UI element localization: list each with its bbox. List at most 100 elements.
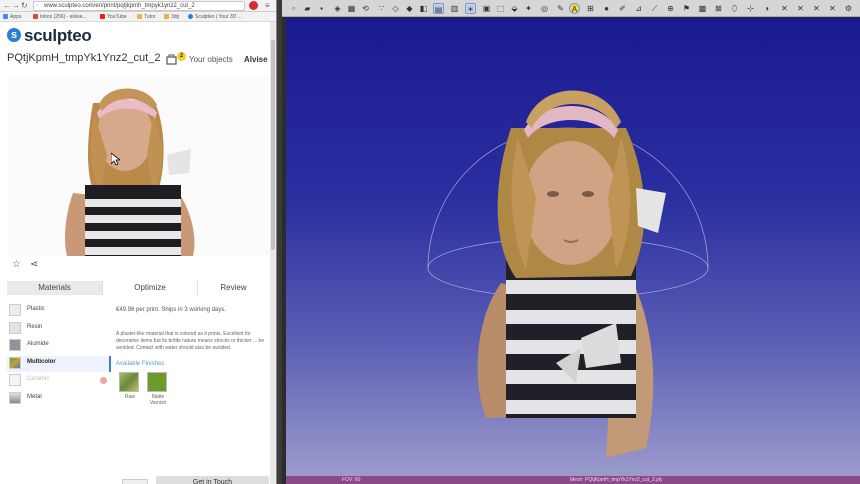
- material-label: Multicolor: [27, 359, 56, 365]
- sculpt-icon[interactable]: ⬯: [729, 3, 740, 14]
- light-icon[interactable]: ☀: [465, 3, 476, 14]
- material-swatch: [9, 304, 21, 316]
- material-item-resin[interactable]: Resin: [7, 321, 111, 337]
- star-icon[interactable]: ☆: [12, 259, 21, 271]
- quantity-field[interactable]: [122, 479, 148, 484]
- texture-icon[interactable]: ▥: [449, 3, 460, 14]
- brush-icon[interactable]: ⊿: [633, 3, 644, 14]
- user-menu[interactable]: Alvise: [244, 55, 268, 64]
- model-preview-image[interactable]: [7, 75, 269, 256]
- bookmark-label: YouTube: [107, 14, 127, 20]
- finish-swatch: [147, 372, 167, 392]
- tab-review[interactable]: Review: [197, 281, 269, 295]
- bookmark-item[interactable]: 3dp: [164, 13, 179, 21]
- raster-icon[interactable]: ▩: [697, 3, 708, 14]
- material-description: A plaster-like material that is colored …: [116, 331, 265, 351]
- knife-icon[interactable]: ⟋: [649, 3, 660, 14]
- select-faces-icon[interactable]: ⬚: [495, 3, 506, 14]
- tab-optimize[interactable]: Optimize: [102, 281, 197, 295]
- alignment-tool-icon[interactable]: ⚙: [843, 3, 854, 14]
- undo-icon[interactable]: ⟲: [360, 3, 371, 14]
- browser-window: ← → ↻ ▫ www.sculpteo.com/en/print/pqtjkp…: [0, 0, 277, 484]
- cross-tool-icon[interactable]: ✕: [795, 3, 806, 14]
- url-text: www.sculpteo.com/en/print/pqtjkpmh_tmpyk…: [44, 3, 195, 9]
- edit-select-icon[interactable]: ⊠: [713, 3, 724, 14]
- share-row: ☆ ⋖: [0, 258, 276, 272]
- wireframe-icon[interactable]: ◇: [390, 3, 401, 14]
- material-item-metal[interactable]: Metal: [7, 391, 111, 407]
- finish-option-raw[interactable]: Raw: [119, 372, 141, 400]
- gmail-icon: [33, 14, 38, 19]
- bookmark-item[interactable]: Inbox (256) - alvise...: [33, 13, 87, 21]
- bookmark-item[interactable]: Apps: [3, 13, 21, 21]
- material-swatch: [9, 374, 21, 386]
- get-in-touch-button[interactable]: Get in Touch: [156, 476, 269, 484]
- cross-tool-icon[interactable]: ✕: [779, 3, 790, 14]
- menu-icon[interactable]: ≡: [265, 1, 270, 11]
- save-icon[interactable]: ▪: [316, 3, 327, 14]
- 3d-viewport[interactable]: [286, 18, 860, 476]
- girl-model-thumbnail: [7, 75, 269, 256]
- hidden-lines-icon[interactable]: ◆: [404, 3, 415, 14]
- manipulator-icon[interactable]: ⊹: [745, 3, 756, 14]
- url-field[interactable]: ▫ www.sculpteo.com/en/print/pqtjkpmh_tmp…: [33, 1, 245, 11]
- youtube-icon: [100, 14, 105, 19]
- bookmark-item[interactable]: Sculpteo | Your 3D ...: [188, 13, 242, 21]
- scrollbar-thumb[interactable]: [271, 40, 275, 250]
- back-icon[interactable]: ←: [3, 1, 11, 11]
- page-title: PQtjKpmH_tmpYk1Ynz2_cut_2: [7, 52, 161, 64]
- scanned-girl-mesh: [427, 90, 709, 458]
- extension-icon[interactable]: [249, 1, 258, 10]
- open-folder-icon[interactable]: ▰: [302, 3, 313, 14]
- points-render-icon[interactable]: ∵: [376, 3, 387, 14]
- bookmark-label: 3dp: [171, 14, 180, 20]
- share-icon[interactable]: ⋖: [30, 259, 38, 271]
- color-icon[interactable]: ●: [601, 3, 612, 14]
- forward-icon[interactable]: →: [12, 1, 20, 11]
- material-item-alumide[interactable]: Alumide: [7, 338, 111, 354]
- address-bar-row: ← → ↻ ▫ www.sculpteo.com/en/print/pqtjkp…: [0, 0, 276, 12]
- bookmark-item[interactable]: YouTube: [100, 13, 127, 21]
- cross-tool-icon[interactable]: ✕: [811, 3, 822, 14]
- layers-icon[interactable]: ◈: [332, 3, 343, 14]
- tab-materials[interactable]: Materials: [7, 281, 102, 295]
- pick-icon[interactable]: ✦: [523, 3, 534, 14]
- sculpteo-logo-icon: s: [7, 28, 21, 42]
- finish-label: Matte Varnish: [149, 394, 167, 406]
- align-icon[interactable]: ⊞: [585, 3, 596, 14]
- measure-icon[interactable]: ◎: [539, 3, 550, 14]
- material-label: Plastic: [27, 306, 45, 312]
- color-map-icon[interactable]: ◑: [761, 3, 772, 14]
- z-painting-icon[interactable]: ⚑: [681, 3, 692, 14]
- select-vertices-icon[interactable]: ⬙: [509, 3, 520, 14]
- material-item-multicolor[interactable]: Multicolor: [7, 356, 111, 372]
- paint-icon[interactable]: ✐: [617, 3, 628, 14]
- page-icon: ▫: [36, 3, 39, 9]
- bookmark-label: Tutor: [144, 14, 156, 20]
- material-item-plastic[interactable]: Plastic: [7, 303, 111, 319]
- mesh-name-readout: Mesh: PQtjKpmH_tmpYk1Ynz2_cut_2.ply: [570, 477, 663, 483]
- warning-icon: [100, 377, 107, 384]
- finish-option-matte-varnish[interactable]: Matte Varnish: [147, 372, 169, 406]
- snapshot-icon[interactable]: ▦: [346, 3, 357, 14]
- cross-tool-icon[interactable]: ✕: [827, 3, 838, 14]
- finish-label: Raw: [124, 394, 135, 400]
- reload-icon[interactable]: ↻: [21, 1, 28, 11]
- finishes-heading: Available Finishes: [116, 361, 165, 367]
- annotation-icon[interactable]: ✎: [555, 3, 566, 14]
- folder-icon: [164, 14, 169, 19]
- material-label: Metal: [27, 394, 42, 400]
- material-item-ceramic[interactable]: Ceramic: [7, 373, 111, 389]
- flat-shading-icon[interactable]: ◧: [418, 3, 429, 14]
- bookmark-item[interactable]: Tutor: [137, 13, 155, 21]
- tab-bar: Materials Optimize Review: [7, 281, 269, 295]
- fill-icon[interactable]: ⊕: [665, 3, 676, 14]
- screen: ← → ↻ ▫ www.sculpteo.com/en/print/pqtjkp…: [0, 0, 860, 484]
- info-icon[interactable]: A: [569, 3, 580, 14]
- your-objects-link[interactable]: Your objects: [189, 55, 233, 64]
- new-file-icon[interactable]: ▫: [288, 3, 299, 14]
- smooth-shading-icon[interactable]: ▤: [433, 3, 444, 14]
- material-label: Alumide: [27, 341, 49, 347]
- bbox-icon[interactable]: ▣: [481, 3, 492, 14]
- material-swatch: [9, 339, 21, 351]
